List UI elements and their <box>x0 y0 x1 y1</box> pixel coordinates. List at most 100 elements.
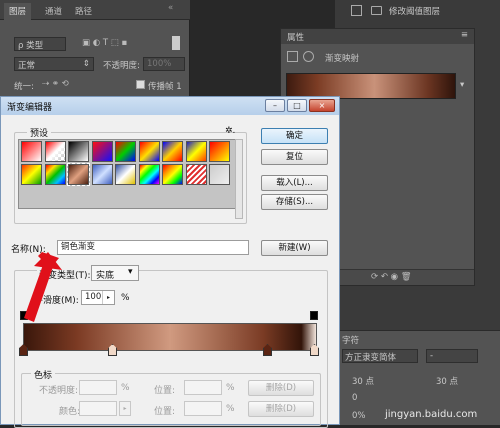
preset-swatch[interactable] <box>21 141 42 162</box>
layers-tabbar: 图层 通道 路径 « <box>0 0 190 20</box>
stop-color-location-input[interactable] <box>184 401 222 416</box>
load-button[interactable]: 载入(L)... <box>261 175 328 191</box>
scale-value[interactable]: 0% <box>352 411 366 421</box>
preset-grid <box>18 139 236 209</box>
unify-icons[interactable]: ⇢ ⚭ ⟲ <box>42 79 69 89</box>
filter-select-value: ρ 类型 <box>18 41 44 51</box>
adjustment-icon <box>287 51 298 62</box>
chevron-down-icon: ⇕ <box>82 59 90 69</box>
preset-swatch[interactable] <box>115 141 136 162</box>
font-style-select[interactable]: - <box>426 349 478 363</box>
unify-label: 统一: <box>14 82 34 92</box>
font-family-select[interactable]: 方正隶变简体 <box>342 349 418 363</box>
smoothness-arrow-icon[interactable]: ▸ <box>102 291 114 304</box>
folder-icon <box>371 6 382 15</box>
preset-swatch[interactable] <box>91 141 113 162</box>
gradient-type-select[interactable]: 实底 ▾ <box>91 265 139 281</box>
layer-name: 修改阈值图层 <box>389 7 441 17</box>
ok-button[interactable]: 确定 <box>261 128 328 144</box>
stop-location-input[interactable] <box>184 380 222 395</box>
new-button[interactable]: 新建(W) <box>261 240 328 256</box>
tab-paths[interactable]: 路径 <box>70 3 97 20</box>
footer-icons[interactable]: ⟳ ↶ ◉ 🗑 <box>371 272 412 282</box>
opacity-stop-right[interactable] <box>310 311 318 320</box>
stop-color-location-unit: % <box>226 404 235 414</box>
opacity-input[interactable]: 100% <box>143 57 185 71</box>
tab-channels[interactable]: 通道 <box>40 3 67 20</box>
preset-swatch[interactable] <box>209 164 230 185</box>
filter-select[interactable]: ρ 类型 <box>14 37 66 51</box>
reset-button[interactable]: 复位 <box>261 149 328 165</box>
smoothness-input[interactable]: 100 ▸ <box>81 290 115 305</box>
opacity-value: 100% <box>147 59 172 69</box>
minimize-button[interactable]: – <box>265 99 285 112</box>
stop-opacity-unit: % <box>121 383 130 393</box>
stop-color-label: 颜色: <box>59 407 81 417</box>
chevron-down-icon: ▾ <box>128 267 133 277</box>
delete-opacity-stop-button[interactable]: 删除(D) <box>248 380 314 396</box>
preset-swatch[interactable] <box>21 164 42 185</box>
watermark: jingyan.baidu.com <box>385 409 478 420</box>
preset-scrollbar[interactable] <box>235 139 243 219</box>
filter-icons[interactable]: ▣ ◐ T ⬚ ▪ <box>82 38 127 48</box>
smoothness-unit: % <box>121 293 130 303</box>
preset-swatch[interactable] <box>44 164 66 185</box>
character-title: 字符 <box>342 336 360 346</box>
leading-value[interactable]: 30 点 <box>436 375 458 387</box>
maximize-button[interactable]: □ <box>287 99 307 112</box>
gradient-dropdown-icon[interactable]: ▾ <box>460 80 464 90</box>
close-button[interactable]: × <box>309 99 335 112</box>
preset-swatch[interactable] <box>67 163 90 186</box>
delete-color-stop-button[interactable]: 删除(D) <box>248 401 314 417</box>
stop-color-location-label: 位置: <box>154 407 176 417</box>
layer-row[interactable]: 修改阈值图层 <box>337 3 497 18</box>
stop-color-swatch[interactable] <box>79 401 117 416</box>
blend-mode-value: 正常 <box>18 61 36 71</box>
font-size-value[interactable]: 30 点 <box>352 375 374 387</box>
preset-swatch[interactable] <box>68 141 89 162</box>
preset-swatch[interactable] <box>209 141 230 162</box>
tracking-value[interactable]: 0 <box>352 393 357 403</box>
preset-swatch[interactable] <box>115 164 136 185</box>
properties-title: 属性 <box>287 33 305 43</box>
adjustment-name: 渐变映射 <box>325 54 360 64</box>
annotation-arrow-icon <box>24 252 62 322</box>
mask-icon[interactable] <box>303 51 314 62</box>
collapse-icon[interactable]: « <box>168 3 173 13</box>
opacity-label: 不透明度: <box>103 61 140 71</box>
preset-swatch[interactable] <box>162 141 183 162</box>
filter-toggle[interactable] <box>172 36 180 50</box>
preset-swatch[interactable] <box>44 141 66 162</box>
blend-mode-select[interactable]: 正常 ⇕ <box>14 57 94 71</box>
preset-swatch[interactable] <box>91 164 113 185</box>
preset-menu-gear-icon[interactable]: ✲. <box>225 126 235 136</box>
preset-swatch[interactable] <box>138 141 160 162</box>
propagate-label: 传播帧 1 <box>148 82 182 92</box>
presets-label: 预设 <box>27 126 52 139</box>
layers-panel: 图层 通道 路径 « ρ 类型 ▣ ◐ T ⬚ ▪ 正常 ⇕ 不透明度: 100… <box>0 0 190 100</box>
stop-opacity-label: 不透明度: <box>39 386 79 396</box>
gradient-bar[interactable] <box>23 323 317 351</box>
panel-menu-icon[interactable]: ≡ <box>461 30 468 40</box>
visibility-box-icon[interactable] <box>351 5 362 16</box>
gradient-type-value: 实底 <box>96 271 115 281</box>
preset-swatch[interactable] <box>185 164 207 185</box>
stop-location-unit: % <box>226 383 235 393</box>
smoothness-value: 100 <box>85 292 102 302</box>
stop-opacity-input[interactable] <box>79 380 117 395</box>
preset-swatch[interactable] <box>138 164 160 185</box>
properties-header: 属性 ≡ <box>281 29 474 44</box>
dialog-title: 渐变编辑器 <box>7 103 53 113</box>
color-stops-label: 色标 <box>31 368 56 381</box>
dialog-titlebar: 渐变编辑器 – □ × <box>1 97 339 115</box>
stop-location-label: 位置: <box>154 386 176 396</box>
color-arrow-icon[interactable]: ▸ <box>119 401 131 416</box>
tab-layers[interactable]: 图层 <box>4 3 32 20</box>
preset-swatch[interactable] <box>162 164 183 185</box>
preset-swatch[interactable] <box>185 141 207 162</box>
font-family-value: 方正隶变简体 <box>345 353 397 363</box>
save-button[interactable]: 存储(S)... <box>261 194 328 210</box>
propagate-checkbox[interactable] <box>136 80 145 89</box>
name-input[interactable]: 铜色渐变 <box>57 240 249 255</box>
font-style-value: - <box>430 351 434 361</box>
